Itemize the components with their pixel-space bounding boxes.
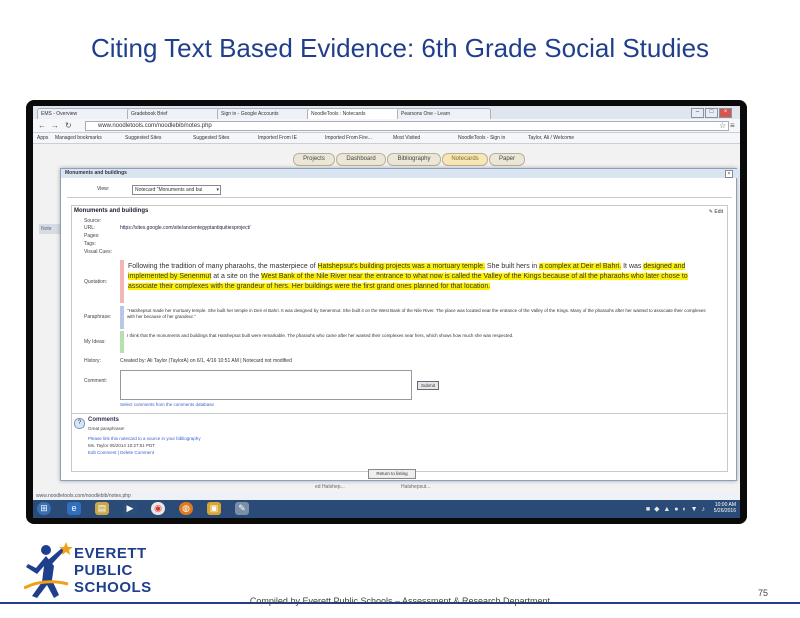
paraphrase-text: "Hatshepsut made her mortuary temple. Sh… (120, 306, 710, 329)
nav-notecards[interactable]: Notecards (442, 153, 488, 166)
comment-input[interactable] (120, 370, 412, 400)
address-bar-row: ← → ↻ www.noodletools.com/noodlebib/note… (33, 119, 740, 133)
comments-database-link[interactable]: Select comments from the comments databa… (120, 402, 214, 407)
minimize-icon[interactable]: – (691, 108, 704, 118)
tools-icon[interactable]: ✎ (235, 502, 249, 515)
chrome-icon[interactable]: ◉ (151, 502, 165, 515)
view-row: View: Notecard "Monuments and bui ▾ (67, 183, 732, 198)
my-ideas-label: My Ideas: (84, 339, 106, 345)
view-select[interactable]: Notecard "Monuments and bui ▾ (132, 185, 221, 195)
tab-bar: EMS - Overview Gradebook Brief Sign in -… (33, 106, 740, 120)
taskbar: ⊞ e ▤ ▶ ◉ ◍ ▣ ✎ ■ ◆ ▲ ● ◐ ▼ ♪ 10:00 AM 5… (33, 500, 740, 518)
notecard: Monuments and buildings ✎ Edit Source: U… (71, 205, 728, 472)
bookmarks-bar: Apps Managed bookmarks Suggested Sites S… (33, 133, 740, 144)
star-icon[interactable]: ☆ (719, 121, 726, 130)
quotation-label: Quotation: (84, 279, 108, 285)
chevron-down-icon: ▾ (216, 187, 219, 193)
view-select-value: Notecard "Monuments and bui (135, 187, 203, 193)
return-to-listing-button[interactable]: Return to listing (368, 469, 416, 479)
comment-link[interactable]: Please link this notecard to a source in… (88, 436, 201, 441)
pages-label: Pages: (84, 233, 100, 239)
view-label: View: (97, 186, 110, 192)
footer-text: Compiled by Everett Public Schools – Ass… (249, 596, 551, 606)
bookmark-imported-firefox[interactable]: Imported From Fire... (325, 133, 372, 143)
source-label: Source: (84, 218, 102, 224)
paraphrase-label: Paraphrase: (84, 314, 112, 320)
quotation-text: Following the tradition of many pharaohs… (120, 260, 710, 303)
comment-bubble-icon: ? (74, 418, 85, 429)
photos-icon[interactable]: ▣ (207, 502, 221, 515)
bookmark-most-visited[interactable]: Most Visited (393, 133, 420, 143)
bookmark-noodletools[interactable]: NoodleTools - Sign in (458, 133, 505, 143)
slide-title: Citing Text Based Evidence: 6th Grade So… (90, 33, 710, 63)
url-label: URL: (84, 225, 96, 231)
back-icon[interactable]: ← (38, 121, 46, 130)
ie-icon[interactable]: e (67, 502, 81, 515)
start-icon[interactable]: ⊞ (37, 502, 51, 515)
bg-snippet-2: Hatshepsut... (401, 484, 431, 490)
everett-logo: EVERETT PUBLIC SCHOOLS (24, 540, 184, 602)
folder-icon[interactable]: ▤ (95, 502, 109, 515)
url-value[interactable]: https://sites.google.com/site/ancientegy… (120, 225, 250, 231)
browser-window: EMS - Overview Gradebook Brief Sign in -… (33, 106, 740, 518)
edit-label: Edit (714, 209, 723, 215)
bookmark-managed[interactable]: Managed bookmarks (55, 133, 102, 143)
nav-bibliography[interactable]: Bibliography (387, 153, 441, 166)
edit-link[interactable]: ✎ Edit (709, 209, 723, 215)
notecard-modal: Monuments and buildings × View: Notecard… (60, 168, 740, 481)
firefox-icon[interactable]: ◍ (179, 502, 193, 515)
page-number: 75 (757, 588, 768, 598)
media-icon[interactable]: ▶ (123, 502, 137, 515)
comment-meta: Ms. Taylor 05/2014 10:27:51 PDT (88, 443, 155, 448)
tray-icons[interactable]: ■ ◆ ▲ ● ◐ ▼ ♪ (646, 505, 706, 513)
bg-snippet-1: ed Hatshep... (315, 484, 345, 490)
quote-text-2: She built hers in (484, 263, 540, 270)
bookmark-suggested-2[interactable]: Suggested Sites (193, 133, 229, 143)
quote-highlight-2: a complex at Deir el Bahri. (539, 263, 622, 270)
history-label: History: (84, 358, 101, 364)
reload-icon[interactable]: ↻ (65, 121, 72, 130)
bookmark-welcome[interactable]: Taylor, Ali / Welcome (528, 133, 574, 143)
quote-highlight-1: Hatshepsut's building projects was a mor… (317, 263, 485, 270)
url-input[interactable]: www.noodletools.com/noodlebib/notes.php (85, 121, 729, 131)
clock[interactable]: 10:00 AM 5/26/2016 (714, 502, 736, 514)
clock-date: 5/26/2016 (713, 508, 736, 514)
close-window-icon[interactable]: × (719, 108, 732, 118)
quote-text-4: at a site on the (211, 273, 262, 280)
logo-line-2: PUBLIC (74, 562, 133, 579)
comment-actions[interactable]: Edit Comment | Delete Comment (88, 450, 154, 455)
bookmark-apps[interactable]: Apps (37, 133, 48, 143)
menu-icon[interactable]: ≡ (730, 121, 735, 130)
modal-close-icon[interactable]: × (725, 170, 733, 178)
modal-title: Monuments and buildings (61, 169, 740, 178)
status-bar: www.noodletools.com/noodlebib/notes.php (33, 492, 740, 500)
bookmark-suggested-1[interactable]: Suggested Sites (125, 133, 161, 143)
bookmark-imported-ie[interactable]: Imported From IE (258, 133, 297, 143)
logo-line-1: EVERETT (74, 545, 147, 562)
tags-label: Tags: (84, 241, 96, 247)
logo-line-3: SCHOOLS (74, 579, 152, 596)
comments-section: ? Comments Great paraphrase! Please link… (72, 413, 727, 455)
history-text: Created by: Ali Taylor (TaylorA) on 6/1,… (120, 358, 292, 364)
nav-paper[interactable]: Paper (489, 153, 525, 166)
quote-text-3: It was (621, 263, 644, 270)
card-title: Monuments and buildings (74, 208, 149, 214)
comments-title: Comments (88, 417, 120, 423)
side-note-tab[interactable]: Note (39, 224, 60, 234)
maximize-icon[interactable]: □ (705, 108, 718, 118)
comment-text: Great paraphrase! (88, 426, 125, 431)
quote-text-1: Following the tradition of many pharaohs… (128, 263, 318, 270)
comment-label: Comment: (84, 378, 108, 384)
nav-dashboard[interactable]: Dashboard (336, 153, 386, 166)
visual-cues-label: Visual Cues: (84, 249, 112, 255)
submit-button[interactable]: Submit (417, 381, 439, 390)
my-ideas-text: I think that the monuments and buildings… (120, 331, 710, 353)
logo-figure-icon (24, 542, 72, 598)
nav-projects[interactable]: Projects (293, 153, 335, 166)
forward-icon[interactable]: → (51, 121, 59, 130)
